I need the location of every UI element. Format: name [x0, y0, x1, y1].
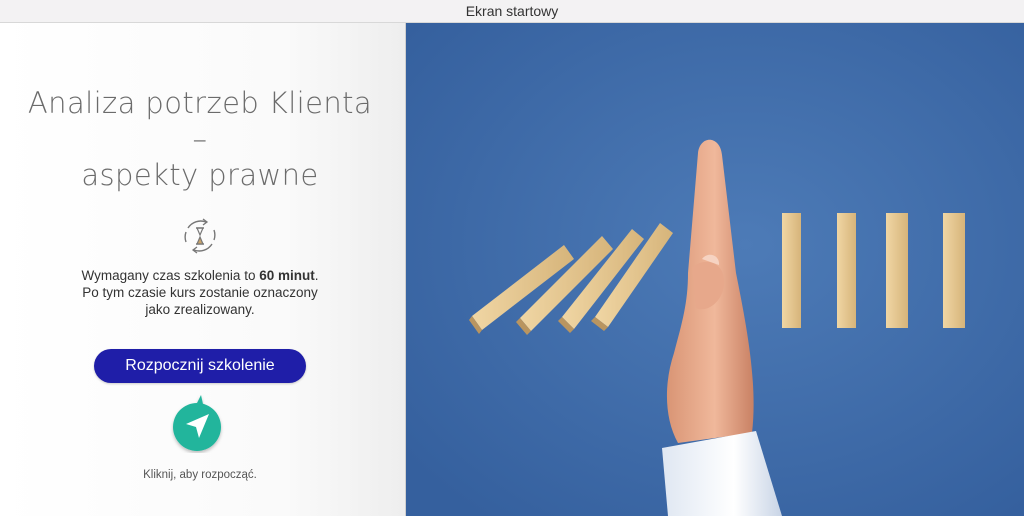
duration-value: 60 minut — [259, 268, 315, 283]
window-titlebar: Ekran startowy — [0, 0, 1024, 23]
duration-description: Wymagany czas szkolenia to 60 minut. Po … — [60, 267, 340, 318]
hourglass-cycle-icon — [184, 218, 216, 254]
standing-domino-2 — [837, 213, 856, 328]
course-title-line2: aspekty prawne — [81, 158, 319, 192]
desc-suffix: . — [314, 268, 319, 283]
start-hint: Kliknij, aby rozpocząć. — [143, 469, 257, 481]
course-title-line1: Analiza potrzeb Klienta – — [27, 86, 373, 156]
window-title: Ekran startowy — [465, 3, 559, 19]
cursor-pointer-icon[interactable] — [169, 391, 225, 453]
course-title: Analiza potrzeb Klienta – aspekty prawne — [20, 85, 380, 193]
hero-image-dominoes — [406, 23, 1024, 516]
desc-line3: jako zrealizowany. — [145, 302, 255, 317]
desc-prefix: Wymagany czas szkolenia to — [81, 268, 260, 283]
left-panel: Analiza potrzeb Klienta – aspekty prawne… — [0, 23, 406, 516]
standing-domino-1 — [782, 213, 801, 328]
standing-domino-4 — [943, 213, 965, 328]
standing-domino-3 — [886, 213, 908, 328]
desc-line2: Po tym czasie kurs zostanie oznaczony — [82, 285, 318, 300]
start-training-button[interactable]: Rozpocznij szkolenie — [94, 349, 306, 383]
